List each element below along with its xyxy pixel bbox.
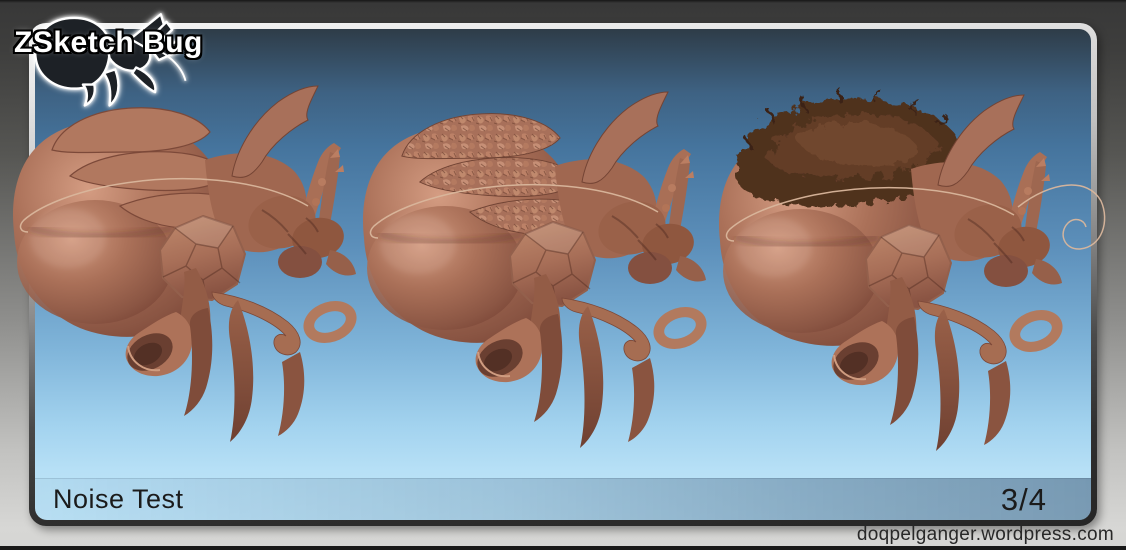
zsketch-bug-slide: { "logo": { "title": "ZSketch Bug", "ico…	[0, 0, 1126, 550]
bug-render-fur-fibers	[719, 89, 1106, 452]
logo: ZSketch Bug	[6, 0, 236, 115]
logo-title: ZSketch Bug	[14, 26, 203, 59]
site-credit: doqpelganger.wordpress.com	[856, 524, 1114, 545]
bug-render-surface-noise	[363, 91, 708, 449]
bug-render-smooth	[13, 85, 358, 443]
bottom-edge-line	[0, 546, 1126, 550]
